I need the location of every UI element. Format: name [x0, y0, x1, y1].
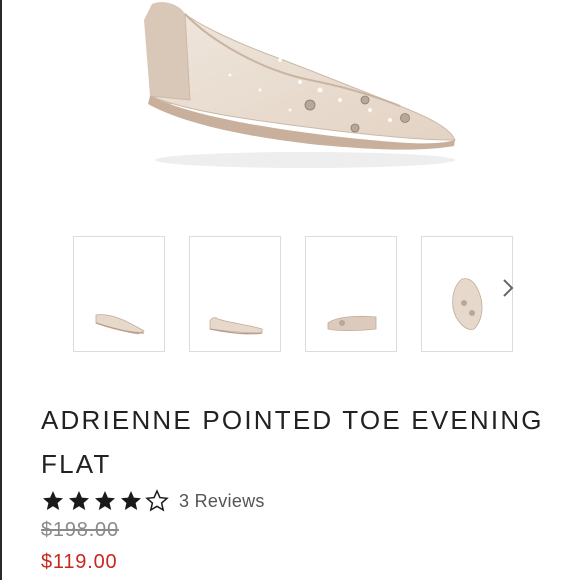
- thumbnail-1[interactable]: [73, 236, 165, 352]
- star-empty-icon: [145, 489, 169, 512]
- star-filled-icon: [43, 491, 63, 510]
- shoe-side-thumbnail-image: [209, 317, 263, 335]
- star-filled-icon: [121, 491, 141, 510]
- shoe-heel-thumbnail-image: [327, 315, 377, 331]
- star-rating: [41, 489, 171, 513]
- thumbnail-3[interactable]: [305, 236, 397, 352]
- chevron-right-icon[interactable]: [498, 276, 518, 300]
- shoe-angle-thumbnail-image: [95, 314, 145, 335]
- rating-row[interactable]: 3 Reviews: [41, 488, 265, 514]
- product-title: ADRIENNE POINTED TOE EVENING FLAT: [41, 405, 544, 479]
- thumbnail-strip: [0, 236, 580, 354]
- main-product-image[interactable]: [130, 0, 470, 185]
- star-filled-icon: [69, 491, 89, 510]
- sale-price: $119.00: [41, 551, 118, 573]
- thumbnail-2[interactable]: [189, 236, 281, 352]
- original-price: $198.00: [41, 519, 119, 541]
- reviews-link[interactable]: 3 Reviews: [179, 491, 265, 512]
- star-filled-icon: [95, 491, 115, 510]
